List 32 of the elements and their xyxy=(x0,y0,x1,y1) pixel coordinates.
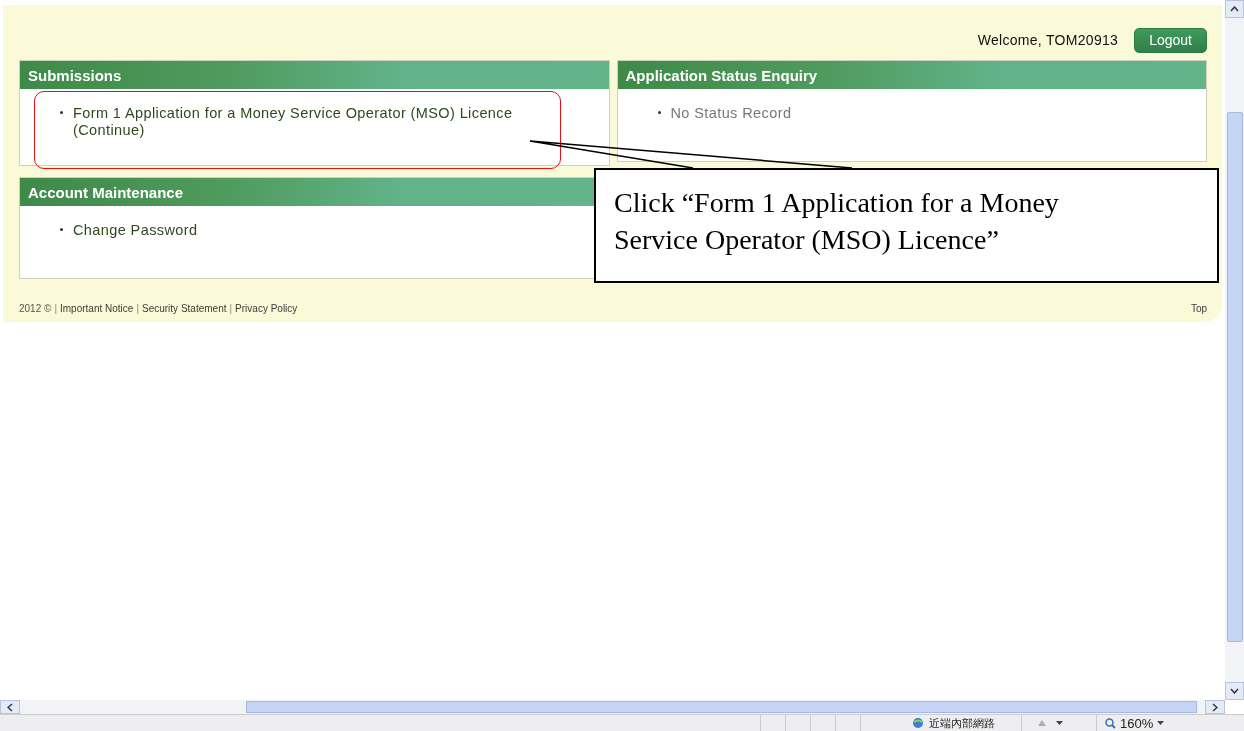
bullet-icon xyxy=(60,228,63,231)
top-link[interactable]: Top xyxy=(1190,303,1207,314)
vertical-scrollbar[interactable] xyxy=(1225,0,1244,700)
zoom-text[interactable]: 160% xyxy=(1120,715,1154,731)
menu-link[interactable]: Form 1 Application for a Money Service Operator (MSO) Licence (Continue) xyxy=(73,105,529,139)
scroll-right-icon[interactable] xyxy=(1205,700,1225,714)
bullet-icon xyxy=(60,111,63,114)
panel-title: Account Maintenance xyxy=(28,183,184,201)
zoom-icon[interactable] xyxy=(1105,717,1116,729)
horizontal-scrollbar[interactable] xyxy=(0,700,1225,714)
scroll-down-icon[interactable] xyxy=(1225,682,1244,700)
footer-link[interactable]: Privacy Policy xyxy=(235,303,298,314)
separator-text: | xyxy=(136,303,139,314)
zone-text: 近端內部網路 xyxy=(929,715,995,731)
menu-link[interactable]: Change Password xyxy=(73,222,198,239)
welcome-text: Welcome, TOM20913 xyxy=(977,32,1119,48)
dropdown-icon[interactable] xyxy=(1157,721,1165,725)
footer-link[interactable]: Important Notice xyxy=(60,303,134,314)
globe-icon xyxy=(911,717,925,729)
footer-link[interactable]: Security Statement xyxy=(142,303,227,314)
panel-title: Submissions xyxy=(28,66,122,84)
separator-text: | xyxy=(229,303,233,314)
scroll-left-icon[interactable] xyxy=(0,700,20,714)
separator-text: | xyxy=(54,303,57,314)
dropdown-icon[interactable] xyxy=(1056,721,1063,725)
logout-button[interactable]: Logout xyxy=(1134,27,1207,53)
panel-title: Application Status Enquiry xyxy=(625,66,818,84)
status-text: No Status Record xyxy=(670,105,792,121)
scroll-up-icon[interactable] xyxy=(1225,0,1244,18)
callout-text: Click “Form 1 Application for a Money Service Operator (MSO) Licence” xyxy=(594,168,1219,283)
copyright-text: 2012 © xyxy=(19,303,52,314)
bullet-icon xyxy=(657,111,661,114)
